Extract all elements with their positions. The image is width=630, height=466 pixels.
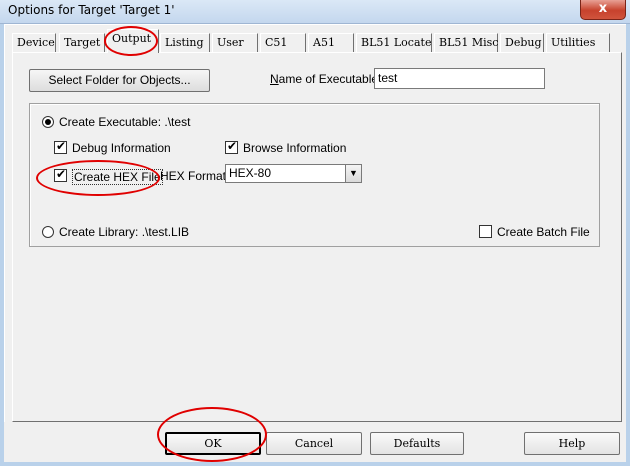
hex-format-label: HEX Format: [160,169,230,183]
hex-format-value: HEX-80 [229,166,272,180]
tab-label: Target [64,36,101,49]
debug-information-checkbox[interactable]: ✔ [54,139,67,154]
close-icon: x [598,1,608,16]
tab-label: BL51 Locate [361,36,432,49]
check-icon: ✔ [56,167,67,181]
name-of-executable-input[interactable]: test [374,68,545,89]
defaults-button[interactable]: Defaults [370,432,464,455]
tab-debug[interactable]: Debug [500,33,544,52]
create-library-radio[interactable] [42,226,54,238]
tab-target[interactable]: Target [59,33,105,52]
create-library-label: Create Library: .\test.LIB [59,225,190,239]
create-executable-label: Create Executable: .\test [59,115,191,129]
name-of-executable-label: Name of Executable: [270,72,381,86]
close-button[interactable]: x [580,0,626,20]
tab-a51[interactable]: A51 [308,33,354,52]
tab-bl51-locate[interactable]: BL51 Locate [356,33,432,52]
tab-label: C51 [265,36,288,49]
create-executable-radio[interactable] [42,116,54,128]
tab-strip: Device Target Output Listing User C51 A5… [12,29,620,53]
tab-device[interactable]: Device [12,33,56,52]
name-label-rest: ame of Executable: [278,72,382,86]
browse-information-label: Browse Information [243,141,347,155]
hex-format-select[interactable]: HEX-80 ▼ [225,164,362,183]
tab-output[interactable]: Output [107,29,159,53]
create-batch-file-checkbox[interactable] [479,225,492,238]
tab-listing[interactable]: Listing [160,33,210,52]
tab-bl51-misc[interactable]: BL51 Misc [434,33,498,52]
name-label-mnemonic: N [270,72,279,86]
create-batch-file-label: Create Batch File [497,225,590,239]
title-bar: Options for Target 'Target 1' [0,0,630,24]
create-hex-file-checkbox[interactable]: ✔ [54,167,67,182]
select-folder-button[interactable]: Select Folder for Objects... [29,69,210,92]
tab-label: Device [17,36,55,49]
radio-selected-dot [45,119,51,125]
tab-label: User [217,36,244,49]
check-icon: ✔ [56,139,67,153]
ok-button[interactable]: OK [165,432,261,455]
tab-label: Utilities [551,36,596,49]
create-hex-file-label: Create HEX File [72,169,163,185]
help-button[interactable]: Help [524,432,620,455]
tab-label: Debug [505,36,542,49]
tab-label: Output [112,32,152,45]
check-icon: ✔ [227,139,238,153]
debug-information-label: Debug Information [72,141,171,155]
window-title: Options for Target 'Target 1' [8,3,175,17]
tab-label: A51 [313,36,335,49]
tab-c51[interactable]: C51 [260,33,306,52]
tab-label: BL51 Misc [439,36,499,49]
chevron-down-icon[interactable]: ▼ [345,165,361,182]
browse-information-checkbox[interactable]: ✔ [225,139,238,154]
cancel-button[interactable]: Cancel [266,432,362,455]
tab-utilities[interactable]: Utilities [546,33,610,52]
tab-label: Listing [165,36,204,49]
tab-user[interactable]: User [212,33,258,52]
